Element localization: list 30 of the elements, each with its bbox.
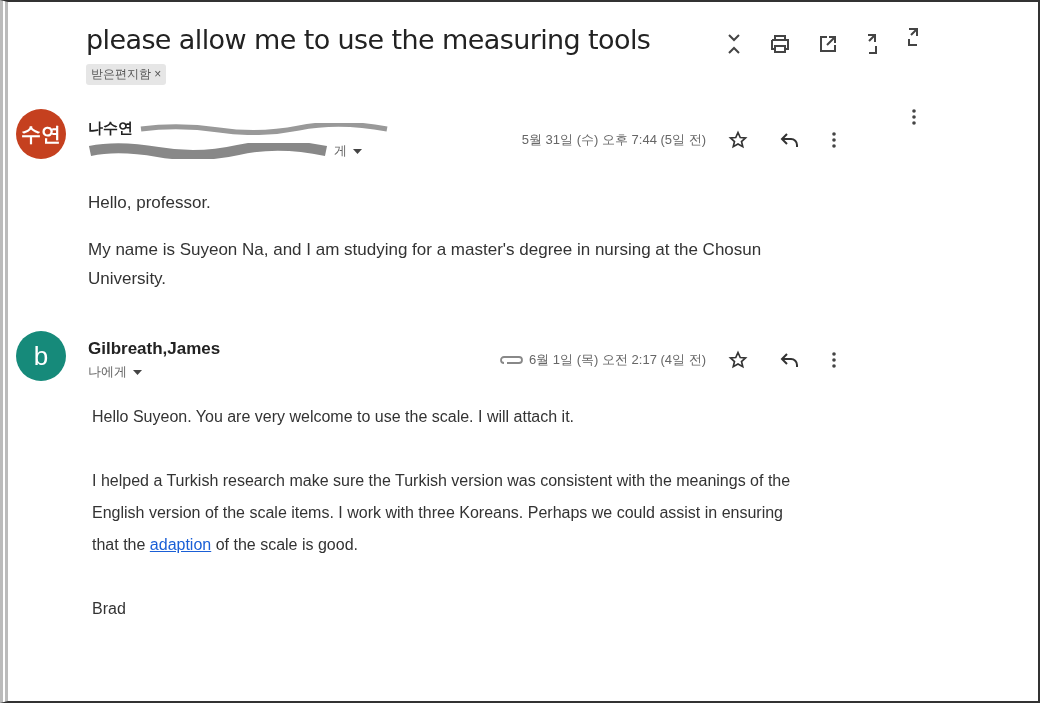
message-paragraph: My name is Suyeon Na, and I am studying for a master's degree in nursing at the Chosun University. [88, 239, 763, 290]
sender-name: 나수연 [88, 119, 133, 138]
star-icon[interactable] [728, 350, 748, 370]
message-paragraph: Hello Suyeon. You are very welcome to use the scale. I will attach it. [92, 407, 576, 427]
expand-icon[interactable] [865, 32, 879, 56]
message-date: 5월 31일 (수) 오후 7:44 (5일 전) [521, 130, 706, 149]
inbox-label[interactable]: 받은편지함 × [86, 64, 167, 85]
print-icon[interactable] [769, 34, 791, 54]
sender-avatar: 수연 [16, 109, 66, 159]
recipient-text[interactable]: 나에게 [88, 363, 127, 381]
expand-icon[interactable] [906, 27, 920, 47]
message-paragraph: Hello, professor. [88, 192, 212, 214]
reply-icon[interactable] [780, 131, 800, 148]
sender-name: Gilbreath,James [88, 339, 221, 359]
reply-icon[interactable] [780, 352, 800, 368]
more-icon[interactable] [832, 131, 836, 148]
more-icon[interactable] [832, 352, 836, 368]
dropdown-caret-icon[interactable] [353, 148, 362, 154]
message-date: 6월 1일 (목) 오전 2:17 (4일 전) [529, 351, 706, 369]
recipient-text[interactable]: 게 [334, 142, 347, 160]
text-link[interactable]: adaption [149, 536, 212, 553]
sender-avatar: b [16, 331, 66, 381]
message-paragraph: I helped a Turkish research make sure the Turkish version was consistent with the meanings of the English version of the scale items. I work with three Koreans. Perhaps we could assist in ensuring that the adaption of the scale is good. [92, 471, 792, 555]
collapse-icon[interactable] [726, 33, 742, 55]
message-paragraph: Brad [92, 599, 127, 619]
more-icon[interactable] [912, 109, 916, 125]
star-icon[interactable] [728, 129, 748, 150]
dropdown-caret-icon[interactable] [133, 369, 142, 375]
email-subject: please allow me to use the measuring tools [86, 24, 652, 55]
open-in-new-icon[interactable] [818, 34, 838, 54]
